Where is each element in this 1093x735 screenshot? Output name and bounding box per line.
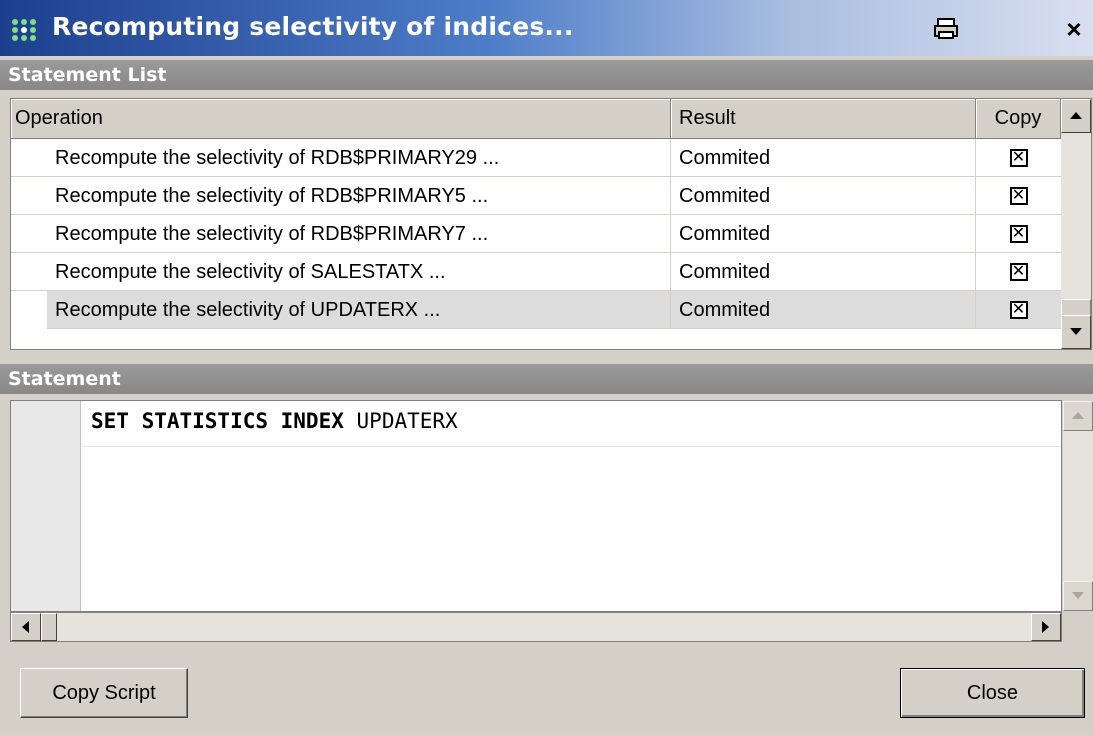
statement-editor[interactable]: SET STATISTICS INDEX UPDATERX — [10, 400, 1093, 612]
column-header-operation[interactable]: Operation — [11, 99, 671, 139]
printer-icon — [934, 18, 958, 39]
horizontal-scroll-thumb[interactable] — [41, 613, 57, 641]
result-cell: Commited — [671, 215, 976, 253]
grid-rows: Recompute the selectivity of RDB$PRIMARY… — [11, 139, 1061, 329]
column-header-result[interactable]: Result — [671, 99, 976, 139]
copy-checkbox[interactable]: ✕ — [1009, 263, 1028, 281]
scroll-down-button[interactable] — [1061, 315, 1091, 349]
copy-cell: ✕ — [976, 253, 1061, 291]
statement-list-header: Statement List — [0, 60, 1093, 90]
sql-identifier: UPDATERX — [356, 409, 458, 433]
editor-horizontal-scrollbar[interactable] — [10, 612, 1062, 642]
operation-cell: Recompute the selectivity of SALESTATX .… — [11, 253, 671, 291]
print-button[interactable] — [930, 14, 962, 44]
title-bar: Recomputing selectivity of indices... × — [0, 0, 1093, 56]
copy-cell: ✕ — [976, 215, 1061, 253]
copy-cell: ✕ — [976, 139, 1061, 177]
table-row[interactable]: Recompute the selectivity of RDB$PRIMARY… — [11, 139, 1061, 177]
copy-checkbox[interactable]: ✕ — [1009, 225, 1028, 243]
copy-cell: ✕ — [976, 177, 1061, 215]
arrow-up-icon — [1070, 112, 1082, 119]
arrow-left-icon — [22, 621, 29, 633]
statement-header: Statement — [0, 364, 1093, 394]
statement-grid: Operation Result Copy Recompute the sele… — [10, 98, 1092, 350]
grid-vertical-scrollbar[interactable] — [1061, 99, 1091, 349]
arrow-down-icon — [1070, 328, 1082, 335]
editor-scroll-down-button[interactable] — [1063, 581, 1093, 611]
result-cell: Commited — [671, 177, 976, 215]
arrow-up-icon — [1072, 412, 1084, 419]
editor-gutter — [11, 401, 81, 611]
scroll-left-button[interactable] — [11, 613, 41, 641]
operation-cell: Recompute the selectivity of UPDATERX ..… — [11, 291, 671, 329]
editor-scroll-up-button[interactable] — [1063, 401, 1093, 431]
column-header-copy[interactable]: Copy — [976, 99, 1061, 139]
sql-keywords: SET STATISTICS INDEX — [91, 409, 344, 433]
sql-statement-line: SET STATISTICS INDEX UPDATERX — [91, 409, 458, 433]
operation-cell: Recompute the selectivity of RDB$PRIMARY… — [11, 139, 671, 177]
current-line-divider — [82, 446, 1061, 447]
grid-header: Operation Result Copy — [11, 99, 1061, 139]
editor-vertical-scrollbar[interactable] — [1063, 401, 1093, 611]
window-close-button[interactable]: × — [1058, 14, 1090, 44]
grid-dots-icon — [10, 18, 46, 41]
result-cell: Commited — [671, 139, 976, 177]
arrow-right-icon — [1042, 621, 1049, 633]
scroll-up-button[interactable] — [1061, 99, 1091, 133]
close-button[interactable]: Close — [900, 668, 1085, 718]
copy-checkbox[interactable]: ✕ — [1009, 149, 1028, 167]
operation-cell: Recompute the selectivity of RDB$PRIMARY… — [11, 215, 671, 253]
close-icon: × — [1066, 13, 1082, 44]
result-cell: Commited — [671, 291, 976, 329]
copy-checkbox[interactable]: ✕ — [1009, 187, 1028, 205]
table-row[interactable]: Recompute the selectivity of SALESTATX .… — [11, 253, 1061, 291]
table-row[interactable]: Recompute the selectivity of RDB$PRIMARY… — [11, 177, 1061, 215]
window-title: Recomputing selectivity of indices... — [52, 12, 574, 41]
operation-cell: Recompute the selectivity of RDB$PRIMARY… — [11, 177, 671, 215]
copy-checkbox[interactable]: ✕ — [1009, 301, 1028, 319]
arrow-down-icon — [1072, 592, 1084, 599]
table-row[interactable]: Recompute the selectivity of RDB$PRIMARY… — [11, 215, 1061, 253]
copy-cell: ✕ — [976, 291, 1061, 329]
scroll-right-button[interactable] — [1031, 613, 1061, 641]
copy-script-button[interactable]: Copy Script — [20, 668, 188, 718]
table-row-selected[interactable]: Recompute the selectivity of UPDATERX ..… — [11, 291, 1061, 329]
result-cell: Commited — [671, 253, 976, 291]
